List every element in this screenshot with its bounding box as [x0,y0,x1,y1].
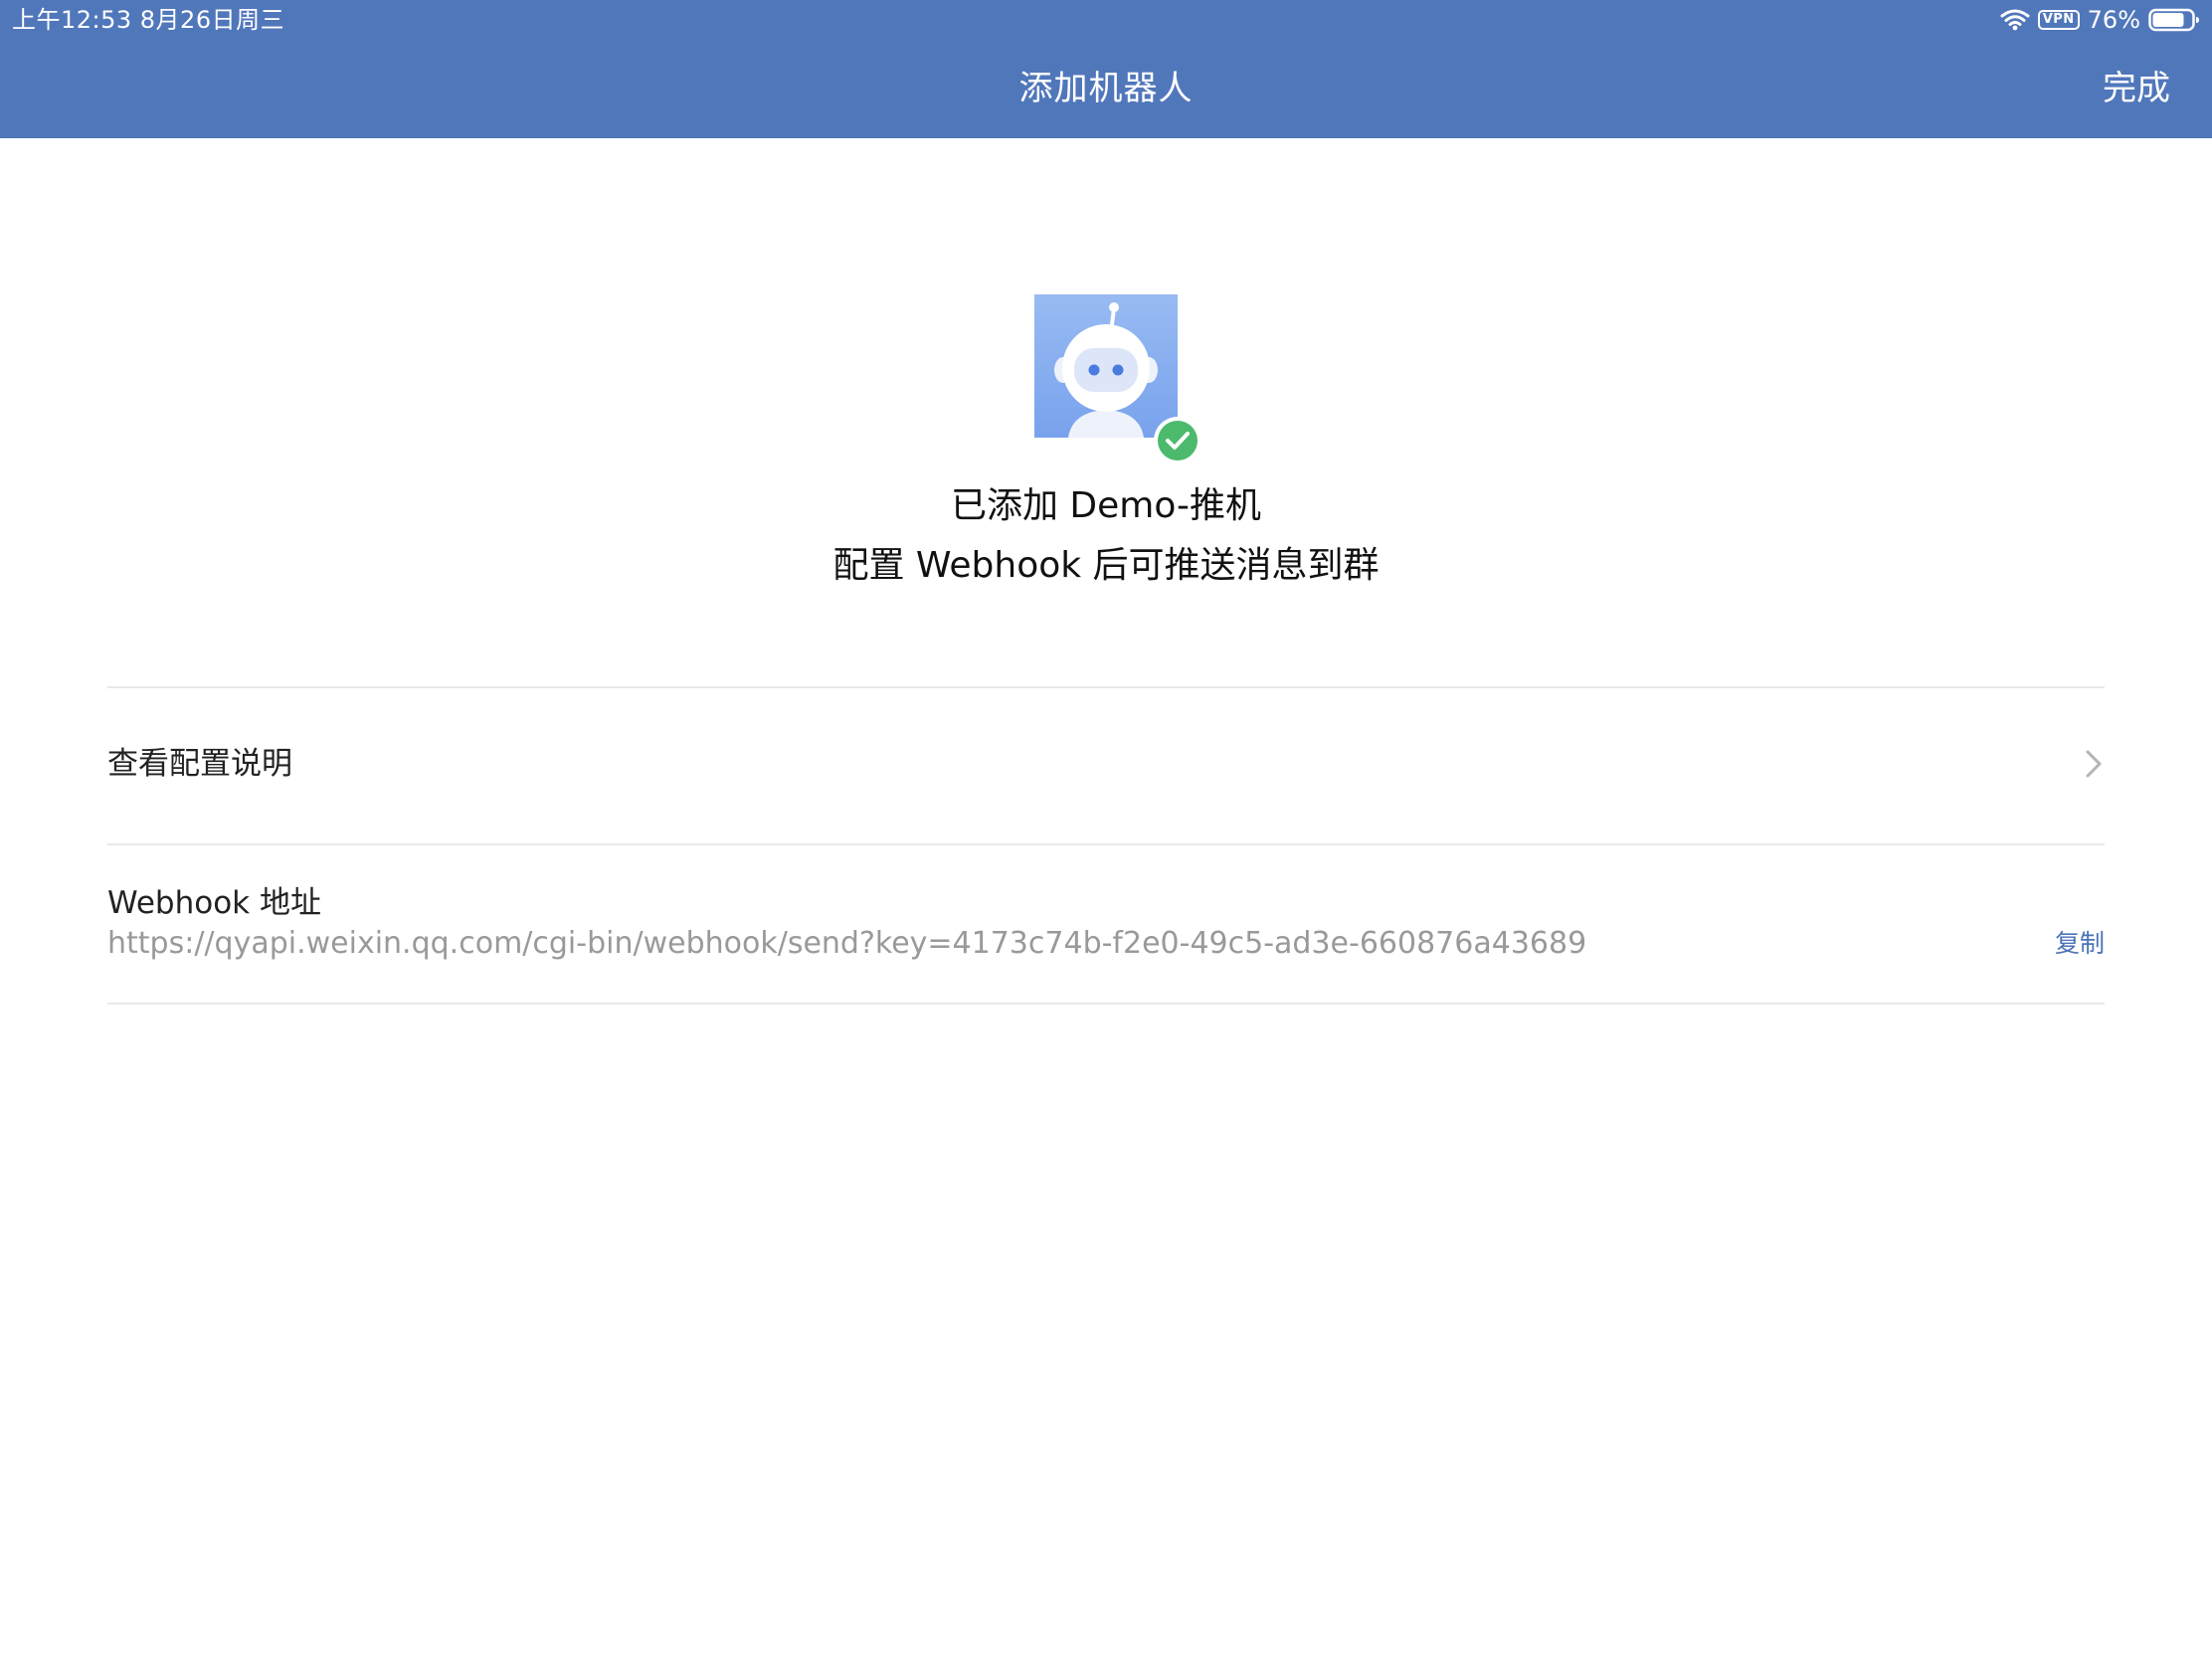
battery-icon [2148,8,2199,32]
bot-added-subtitle: 配置 Webhook 后可推送消息到群 [832,545,1380,586]
divider [107,1003,2105,1005]
webhook-row: Webhook 地址 https://qyapi.weixin.qq.com/c… [107,845,2105,1003]
bot-avatar-container [1034,294,1201,464]
vpn-badge: VPN [2037,10,2080,30]
check-icon [1154,417,1201,464]
bot-added-title: 已添加 Demo-推机 [950,485,1262,526]
battery-percent: 76% [2087,6,2140,34]
done-button[interactable]: 完成 [2103,66,2170,111]
view-config-docs-row[interactable]: 查看配置说明 [107,688,2105,843]
top-bar: 上午12:53 8月26日周三 VPN 76% 添加机器人 完成 [0,0,2212,138]
page-title: 添加机器人 [1018,69,1194,108]
view-config-docs-label: 查看配置说明 [107,746,292,782]
status-time: 上午12:53 8月26日周三 [12,6,285,34]
webhook-label: Webhook 地址 [107,885,321,921]
copy-button[interactable]: 复制 [2055,927,2105,961]
webhook-url: https://qyapi.weixin.qq.com/cgi-bin/webh… [107,926,1587,961]
status-indicators: VPN 76% [2000,4,2200,36]
screen: 上午12:53 8月26日周三 VPN 76% 添加机器人 完成 已添加 Dem… [0,0,2212,1659]
wifi-icon [2000,9,2030,31]
chevron-right-icon [2086,750,2102,778]
